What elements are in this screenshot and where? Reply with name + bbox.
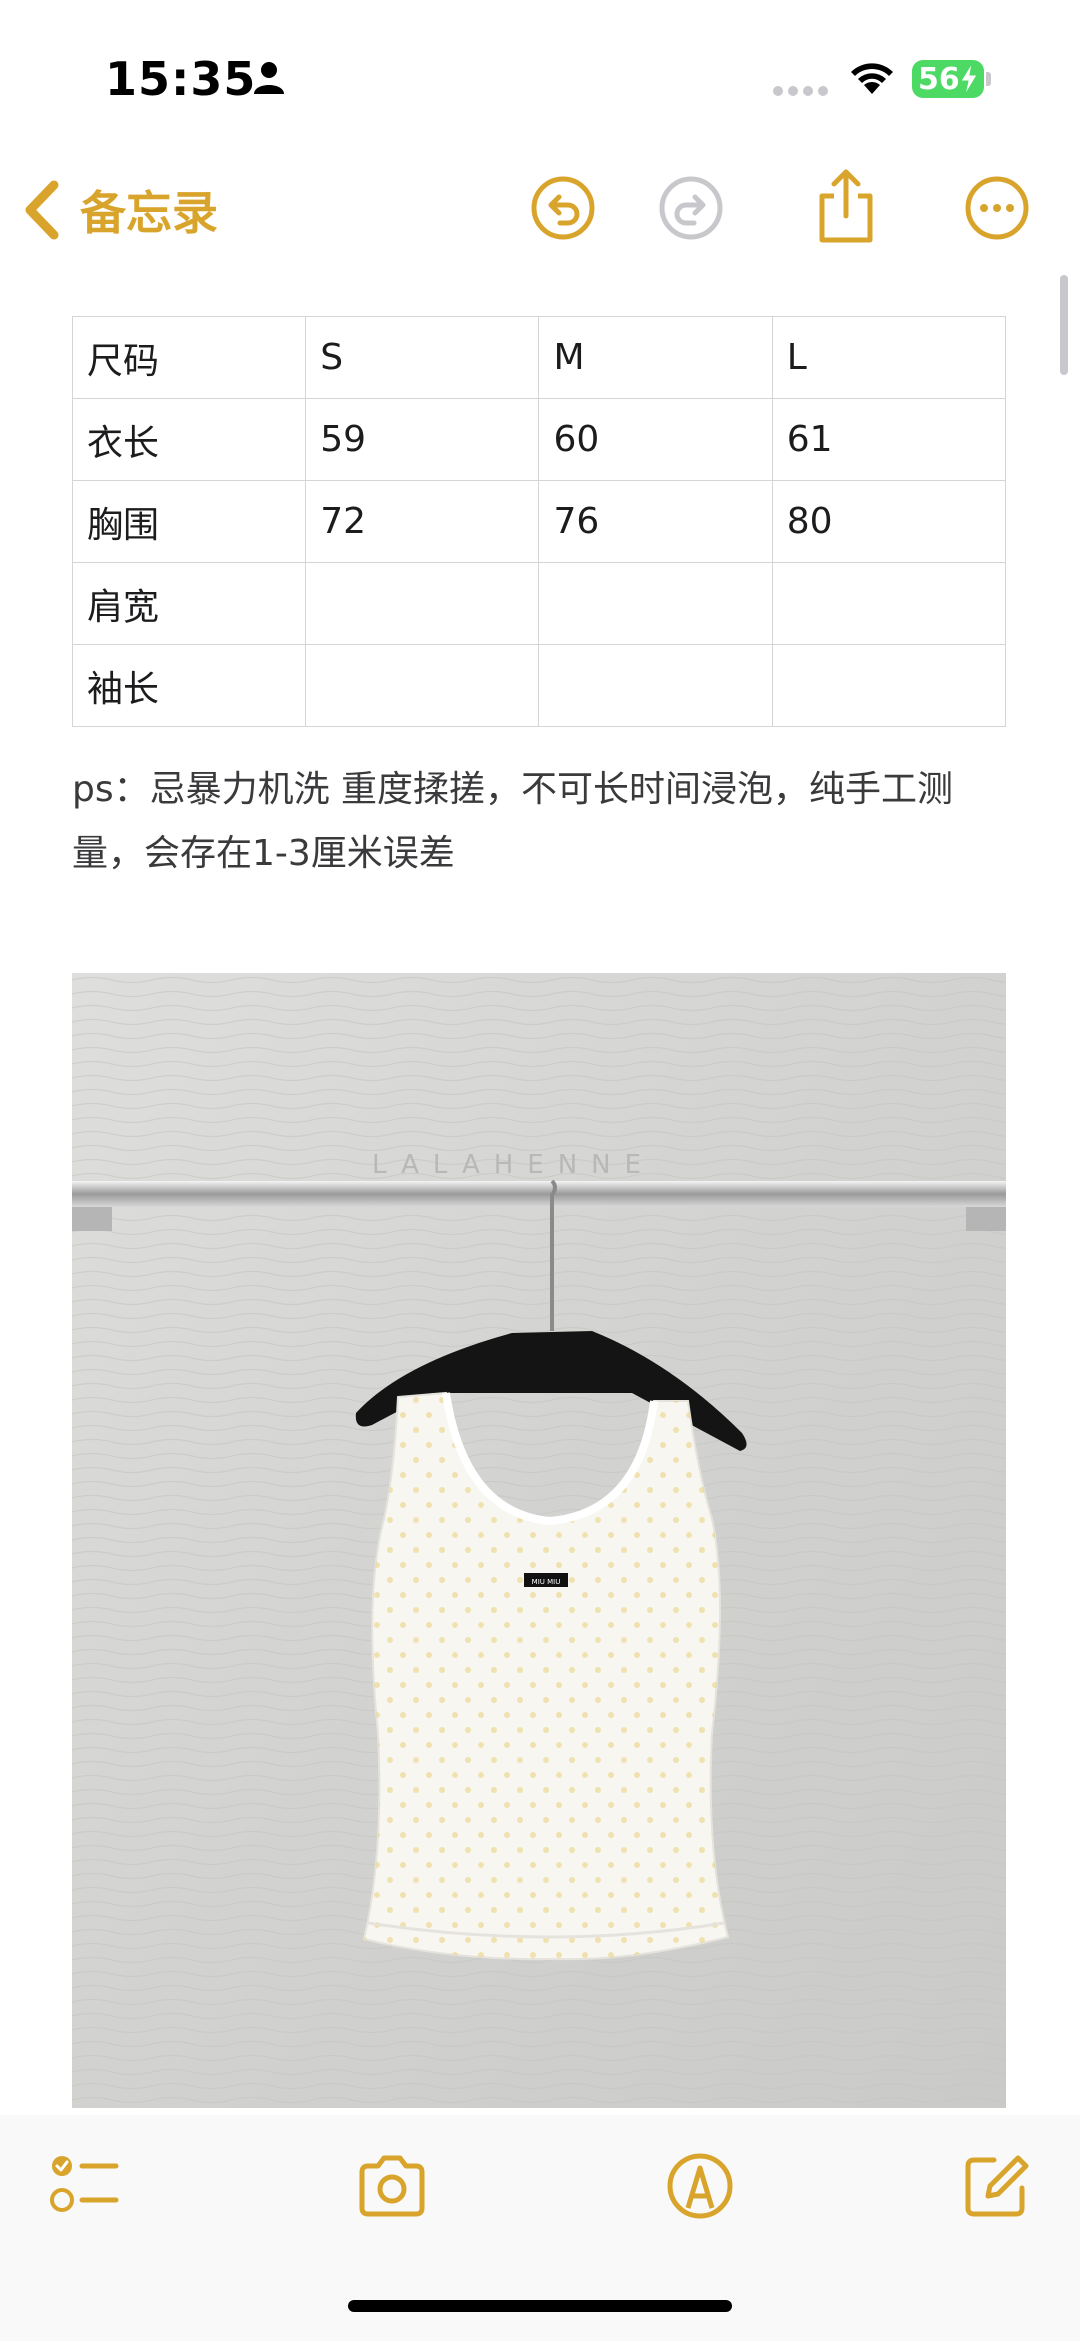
wifi-icon — [851, 63, 893, 94]
table-cell[interactable]: 59 — [305, 398, 540, 481]
share-icon[interactable] — [814, 168, 878, 244]
table-row: 袖长 — [71, 644, 1007, 727]
table-cell[interactable]: 76 — [538, 480, 773, 563]
undo-icon[interactable] — [530, 175, 596, 241]
status-time: 15:35 — [105, 52, 257, 106]
garment-label: MIU MIU — [532, 1578, 561, 1586]
table-cell[interactable]: 80 — [771, 480, 1007, 563]
table-cell[interactable]: 胸围 — [71, 480, 307, 563]
table-row: 胸围 72 76 80 — [71, 480, 1007, 563]
table-cell[interactable] — [538, 644, 773, 727]
table-cell[interactable]: 尺码 — [71, 316, 307, 399]
checklist-icon[interactable] — [48, 2150, 120, 2222]
table-cell[interactable]: L — [771, 316, 1007, 399]
note-body-text[interactable]: ps：忌暴力机洗 重度揉搓，不可长时间浸泡，纯手工测量，会存在1-3厘米误差 — [72, 758, 1012, 886]
cellular-signal-icon — [773, 86, 828, 96]
markup-pen-icon[interactable] — [664, 2150, 736, 2222]
more-options-icon[interactable] — [964, 175, 1030, 241]
battery-cap — [986, 72, 991, 86]
chevron-left-icon — [25, 180, 59, 240]
photo-watermark: LALAHENNE — [372, 1150, 655, 1180]
home-indicator[interactable] — [348, 2300, 732, 2312]
scroll-indicator[interactable] — [1060, 275, 1068, 375]
battery-level: 56 — [918, 62, 960, 97]
person-icon — [254, 62, 284, 94]
table-cell[interactable]: S — [305, 316, 540, 399]
table-cell[interactable] — [771, 562, 1007, 645]
compose-note-icon[interactable] — [960, 2150, 1032, 2222]
table-cell[interactable]: 袖长 — [71, 644, 307, 727]
table-cell[interactable]: 衣长 — [71, 398, 307, 481]
charging-bolt-icon — [960, 62, 978, 96]
back-button[interactable]: 备忘录 — [20, 170, 240, 250]
table-row: 肩宽 — [71, 562, 1007, 645]
table-cell[interactable] — [771, 644, 1007, 727]
table-cell[interactable]: 61 — [771, 398, 1007, 481]
product-photo[interactable]: LALAHENNE MIU MIU — [72, 973, 1006, 2108]
table-cell[interactable] — [305, 562, 540, 645]
table-cell[interactable]: M — [538, 316, 773, 399]
size-table[interactable]: 尺码 S M L 衣长 59 60 61 胸围 72 76 80 肩宽 袖长 — [71, 316, 1007, 727]
table-cell[interactable]: 肩宽 — [71, 562, 307, 645]
camera-icon[interactable] — [356, 2150, 428, 2222]
table-cell[interactable]: 72 — [305, 480, 540, 563]
redo-icon[interactable] — [658, 175, 724, 241]
back-label: 备忘录 — [80, 186, 218, 240]
table-cell[interactable]: 60 — [538, 398, 773, 481]
table-row: 衣长 59 60 61 — [71, 398, 1007, 481]
table-cell[interactable] — [538, 562, 773, 645]
table-row: 尺码 S M L — [71, 316, 1007, 399]
table-cell[interactable] — [305, 644, 540, 727]
